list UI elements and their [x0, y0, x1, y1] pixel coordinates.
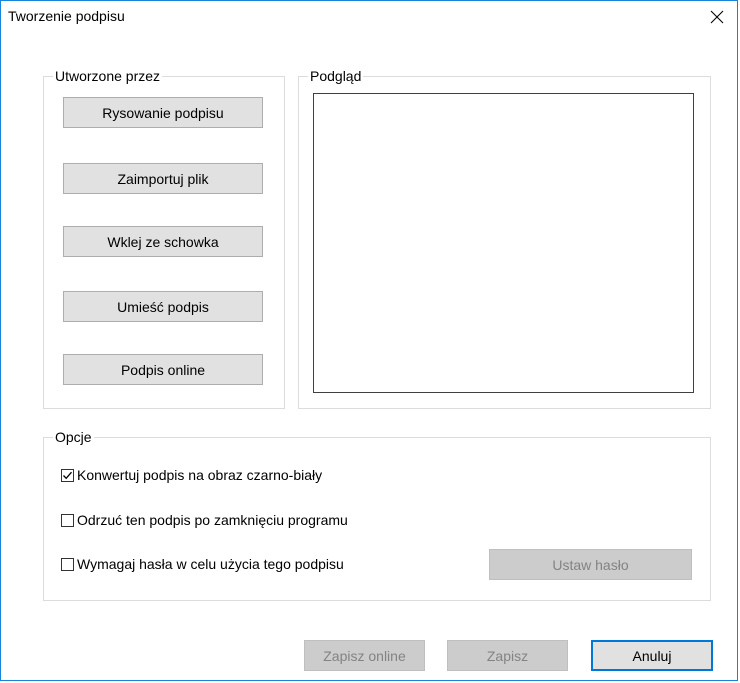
convert-bw-label: Konwertuj podpis na obraz czarno-biały	[77, 467, 323, 483]
convert-bw-checkbox[interactable]	[61, 468, 74, 482]
preview-legend: Podgląd	[310, 68, 362, 84]
signature-preview-area	[313, 93, 694, 393]
place-signature-button[interactable]: Umieść podpis	[63, 291, 263, 322]
cancel-button[interactable]: Anuluj	[591, 640, 713, 671]
save-button[interactable]: Zapisz	[447, 640, 568, 671]
close-button[interactable]	[703, 4, 731, 30]
discard-on-close-checkbox[interactable]	[61, 513, 74, 527]
convert-bw-option[interactable]: Konwertuj podpis na obraz czarno-biały	[61, 467, 322, 483]
require-password-checkbox[interactable]	[61, 557, 74, 571]
signature-dialog: Tworzenie podpisu Utworzone przez Rysowa…	[0, 0, 738, 681]
draw-signature-button[interactable]: Rysowanie podpisu	[63, 97, 263, 128]
options-legend: Opcje	[55, 429, 92, 445]
save-online-button[interactable]: Zapisz online	[304, 640, 425, 671]
window-title: Tworzenie podpisu	[8, 8, 125, 24]
close-icon	[710, 10, 724, 24]
checkmark-icon	[63, 471, 72, 479]
created-by-legend: Utworzone przez	[55, 68, 161, 84]
require-password-option[interactable]: Wymagaj hasła w celu użycia tego podpisu	[61, 556, 344, 572]
set-password-button[interactable]: Ustaw hasło	[489, 549, 692, 580]
paste-clipboard-button[interactable]: Wklej ze schowka	[63, 226, 263, 257]
online-signature-button[interactable]: Podpis online	[63, 354, 263, 385]
require-password-label: Wymagaj hasła w celu użycia tego podpisu	[77, 556, 344, 572]
title-bar: Tworzenie podpisu	[1, 1, 737, 33]
discard-on-close-option[interactable]: Odrzuć ten podpis po zamknięciu programu	[61, 512, 348, 528]
discard-on-close-label: Odrzuć ten podpis po zamknięciu programu	[77, 512, 348, 528]
import-file-button[interactable]: Zaimportuj plik	[63, 163, 263, 194]
